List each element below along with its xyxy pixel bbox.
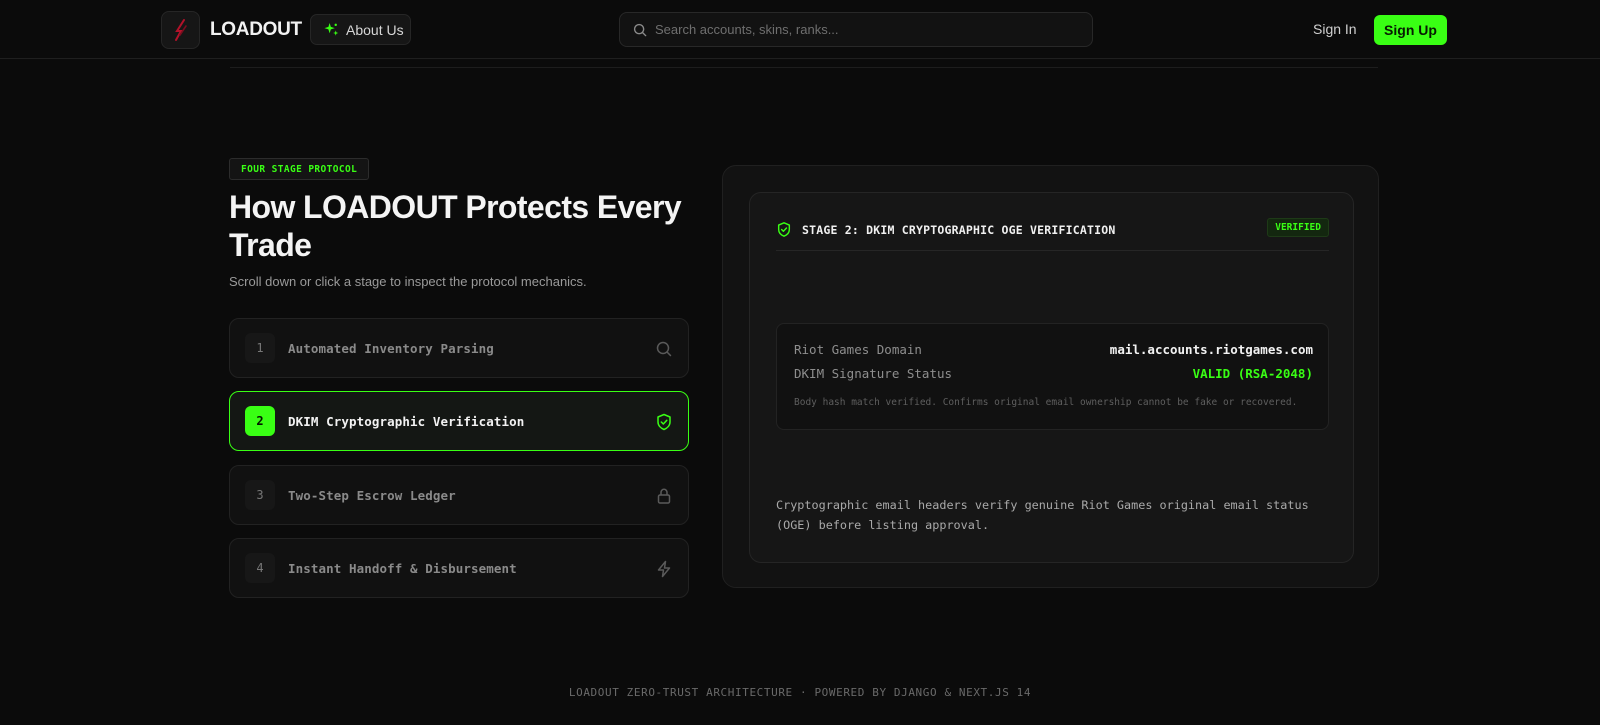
stage-item-3[interactable]: 3 Two-Step Escrow Ledger [229, 465, 689, 525]
detail-key: DKIM Signature Status [794, 366, 953, 381]
verification-details: Riot Games Domain mail.accounts.riotgame… [776, 323, 1329, 430]
status-badge: VERIFIED [1267, 218, 1329, 237]
lightning-icon [657, 560, 671, 578]
stage-item-4[interactable]: 4 Instant Handoff & Disbursement [229, 538, 689, 598]
detail-value: VALID (RSA-2048) [1192, 366, 1313, 381]
sign-up-button[interactable]: Sign Up [1374, 15, 1447, 45]
protocol-tag: FOUR STAGE PROTOCOL [229, 158, 370, 180]
verification-note: Body hash match verified. Confirms origi… [794, 397, 1298, 408]
stage-item-2[interactable]: 2 DKIM Cryptographic Verification [229, 391, 689, 451]
stage-description: Cryptographic email headers verify genui… [776, 498, 1309, 532]
detail-row: Riot Games Domain mail.accounts.riotgame… [794, 342, 1313, 357]
about-us-label: About Us [346, 21, 404, 38]
logo[interactable] [161, 11, 200, 49]
stage-detail-panel: STAGE 2: DKIM CRYPTOGRAPHIC OGE VERIFICA… [722, 165, 1379, 588]
detail-value: mail.accounts.riotgames.com [1109, 342, 1313, 357]
stage-label: Automated Inventory Parsing [288, 340, 494, 356]
logo-mark-icon [174, 19, 187, 41]
stage-number: 1 [245, 333, 275, 363]
search-icon [656, 341, 672, 357]
sparkle-icon [324, 22, 339, 36]
footer-text: LOADOUT ZERO-TRUST ARCHITECTURE · POWERE… [568, 686, 1032, 699]
card-header: STAGE 2: DKIM CRYPTOGRAPHIC OGE VERIFICA… [776, 218, 1329, 251]
brand-name[interactable]: LOADOUT [210, 19, 302, 41]
stage-number: 2 [245, 406, 275, 436]
search-bar[interactable] [619, 12, 1093, 47]
stage-label: Instant Handoff & Disbursement [288, 560, 517, 576]
lock-icon [657, 488, 671, 504]
shield-check-icon [777, 222, 791, 237]
stage-label: DKIM Cryptographic Verification [288, 413, 525, 429]
stage-number: 3 [245, 480, 275, 510]
detail-row: DKIM Signature Status VALID (RSA-2048) [794, 366, 1313, 381]
search-icon [633, 23, 647, 36]
stage-detail-title: STAGE 2: DKIM CRYPTOGRAPHIC OGE VERIFICA… [802, 223, 1116, 237]
sign-in-link[interactable]: Sign In [1313, 21, 1357, 37]
stage-detail-card: STAGE 2: DKIM CRYPTOGRAPHIC OGE VERIFICA… [749, 192, 1354, 563]
stage-label: Two-Step Escrow Ledger [288, 487, 456, 503]
stage-item-1[interactable]: 1 Automated Inventory Parsing [229, 318, 689, 378]
search-input[interactable] [655, 22, 1075, 37]
stage-number: 4 [245, 553, 275, 583]
divider [230, 67, 1378, 68]
about-us-button[interactable]: About Us [310, 14, 411, 45]
page-title: How LOADOUT Protects Every Trade [229, 189, 682, 263]
shield-check-icon [657, 413, 671, 431]
detail-key: Riot Games Domain [794, 342, 922, 357]
page-subtitle: Scroll down or click a stage to inspect … [229, 274, 587, 289]
top-nav: LOADOUT About Us Sign In Sign Up [0, 0, 1600, 59]
